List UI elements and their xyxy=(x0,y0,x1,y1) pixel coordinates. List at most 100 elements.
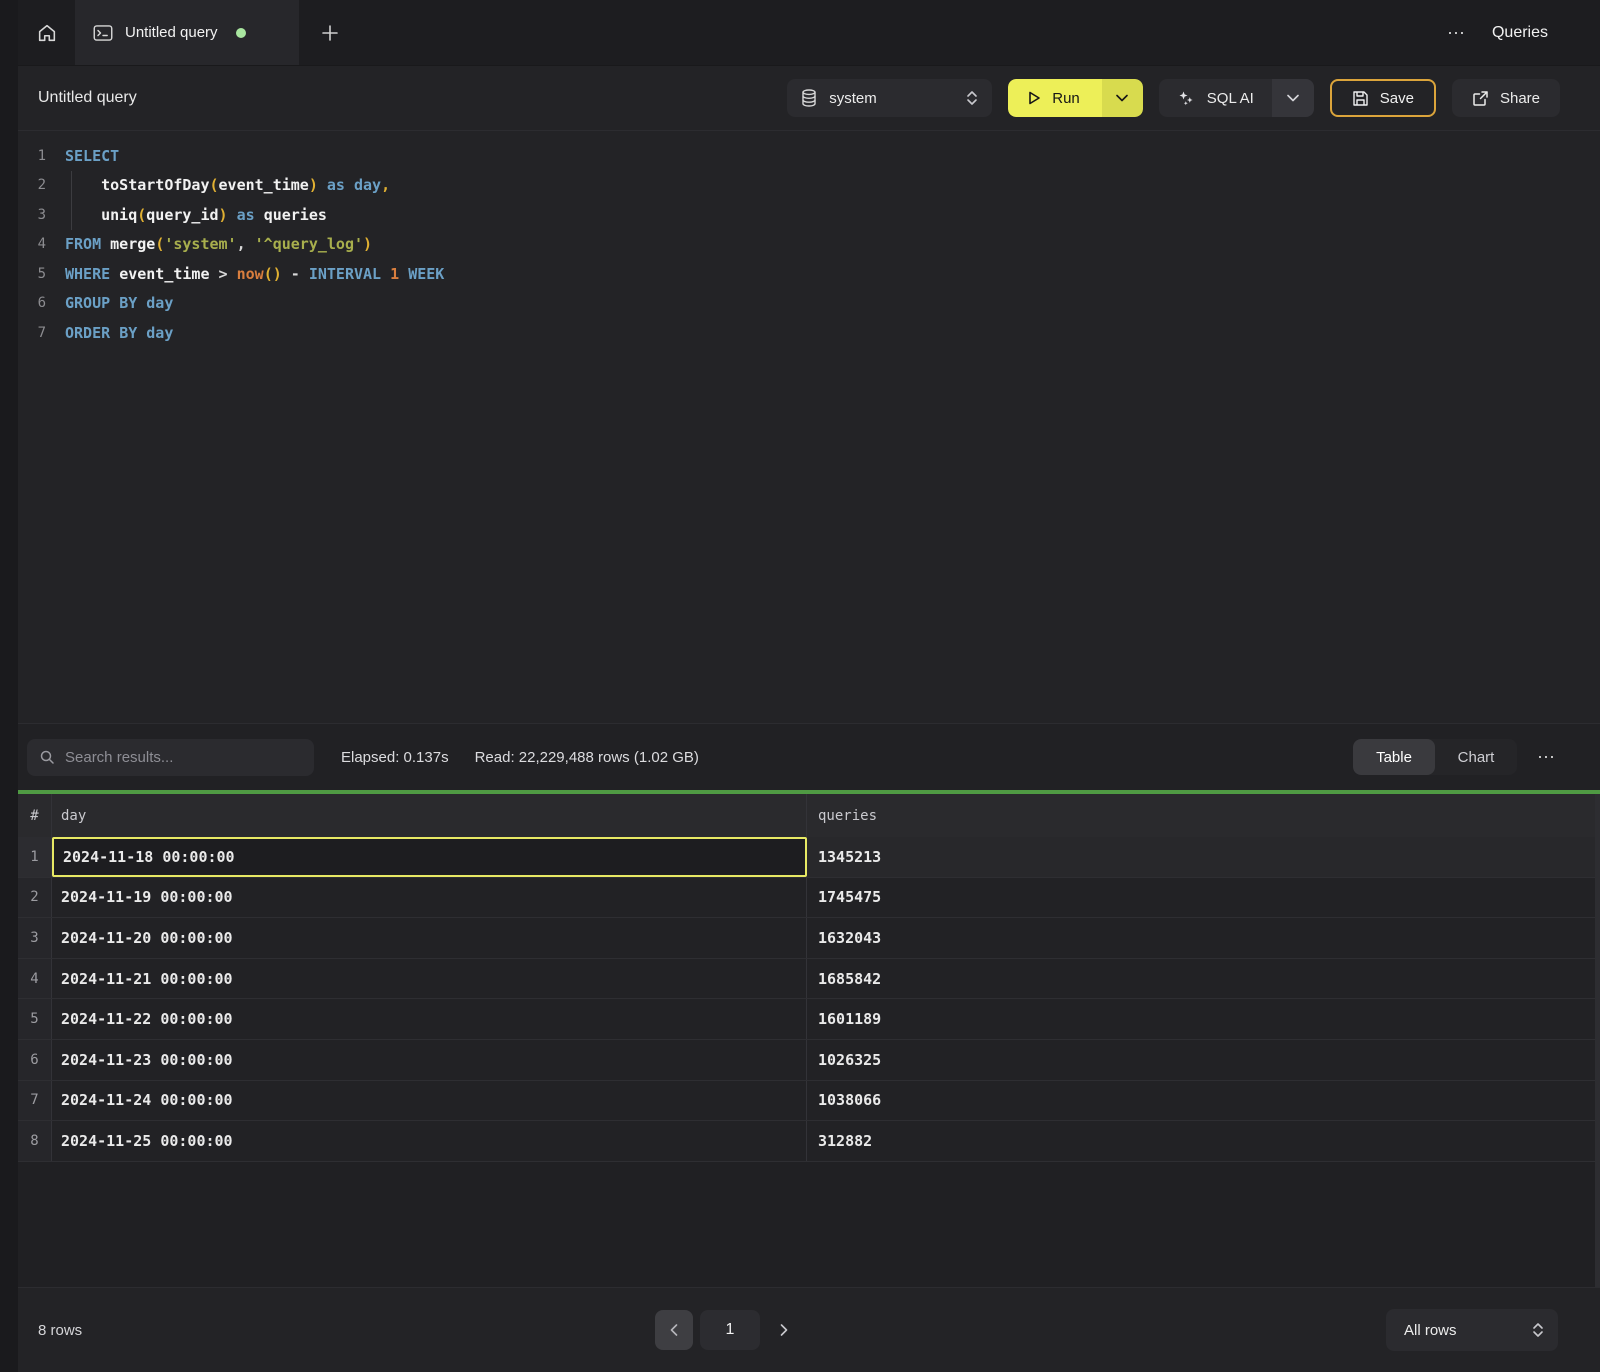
code-token: - xyxy=(291,265,300,283)
results-more-button[interactable]: ⋯ xyxy=(1537,747,1556,768)
terminal-icon xyxy=(93,24,113,42)
cell-day[interactable]: 2024-11-18 00:00:00 xyxy=(52,837,807,877)
code-token xyxy=(228,206,237,224)
tabs-overflow-button[interactable]: ⋯ xyxy=(1447,24,1466,42)
run-button[interactable]: Run xyxy=(1008,79,1102,117)
run-options-button[interactable] xyxy=(1102,79,1143,117)
line-number: 4 xyxy=(30,236,46,252)
cell-queries[interactable]: 1601189 xyxy=(807,999,1600,1039)
results-toolbar-right: Table Chart ⋯ xyxy=(1353,739,1600,775)
column-header-day: day xyxy=(52,794,807,837)
save-button-label: Save xyxy=(1380,90,1414,107)
code-line: 4FROM merge('system', '^query_log') xyxy=(30,230,1600,260)
search-icon xyxy=(39,749,55,765)
table-row: 22024-11-19 00:00:001745475 xyxy=(18,878,1600,919)
code-token: event_time xyxy=(219,176,309,194)
code-token xyxy=(101,235,110,253)
cell-queries[interactable]: 1632043 xyxy=(807,918,1600,958)
code-token: as xyxy=(237,206,255,224)
cell-day[interactable]: 2024-11-20 00:00:00 xyxy=(52,918,807,958)
cell-queries[interactable]: 1345213 xyxy=(807,837,1600,877)
code-token: day xyxy=(354,176,381,194)
code-token: FROM xyxy=(65,235,101,253)
tab-bar-right: ⋯ Queries xyxy=(1447,0,1600,65)
code-token xyxy=(255,206,264,224)
chevron-down-icon xyxy=(1287,94,1299,102)
cell-queries[interactable]: 1745475 xyxy=(807,878,1600,918)
results-search[interactable] xyxy=(27,739,314,776)
select-chevrons-icon xyxy=(1532,1322,1544,1338)
page-size-select[interactable]: All rows xyxy=(1386,1309,1558,1351)
cell-day[interactable]: 2024-11-25 00:00:00 xyxy=(52,1121,807,1161)
code-token: () xyxy=(264,265,282,283)
code-token: BY xyxy=(119,324,137,342)
chevron-left-icon xyxy=(670,1324,678,1336)
code-token: ) xyxy=(219,206,228,224)
search-input[interactable] xyxy=(65,749,302,766)
line-number: 7 xyxy=(30,325,46,341)
left-edge-rail xyxy=(0,0,18,1372)
run-button-label: Run xyxy=(1052,90,1080,107)
code-token: day xyxy=(146,324,173,342)
cell-queries[interactable]: 1038066 xyxy=(807,1081,1600,1121)
select-chevrons-icon xyxy=(966,90,978,106)
query-header: Untitled query system Run xyxy=(18,66,1600,130)
database-select[interactable]: system xyxy=(787,79,992,117)
line-number: 2 xyxy=(30,177,46,193)
row-number-cell: 8 xyxy=(18,1121,52,1161)
line-number: 3 xyxy=(30,207,46,223)
row-number-cell: 5 xyxy=(18,999,52,1039)
view-tab-chart[interactable]: Chart xyxy=(1435,739,1517,775)
code-token xyxy=(110,265,119,283)
table-row: 12024-11-18 00:00:001345213 xyxy=(18,837,1600,878)
indent-guide xyxy=(71,171,72,230)
cell-day[interactable]: 2024-11-21 00:00:00 xyxy=(52,959,807,999)
table-row: 32024-11-20 00:00:001632043 xyxy=(18,918,1600,959)
cell-day[interactable]: 2024-11-24 00:00:00 xyxy=(52,1081,807,1121)
save-button[interactable]: Save xyxy=(1330,79,1436,117)
next-page-button[interactable] xyxy=(767,1310,801,1350)
code-token: 1 xyxy=(390,265,399,283)
chevron-right-icon xyxy=(780,1324,788,1336)
share-button[interactable]: Share xyxy=(1452,79,1560,117)
results-footer: 8 rows 1 All rows xyxy=(18,1287,1600,1372)
sql-editor[interactable]: 1SELECT2 toStartOfDay(event_time) as day… xyxy=(18,130,1600,723)
current-page-button[interactable]: 1 xyxy=(700,1310,760,1350)
code-lines: 1SELECT2 toStartOfDay(event_time) as day… xyxy=(30,141,1600,348)
home-button[interactable] xyxy=(18,0,75,65)
cell-queries[interactable]: 1026325 xyxy=(807,1040,1600,1080)
tab-untitled-query[interactable]: Untitled query xyxy=(75,0,299,65)
cell-day[interactable]: 2024-11-22 00:00:00 xyxy=(52,999,807,1039)
code-line: 1SELECT xyxy=(30,141,1600,171)
row-number-cell: 4 xyxy=(18,959,52,999)
page-size-value: All rows xyxy=(1404,1322,1457,1339)
results-table: # day queries 12024-11-18 00:00:00134521… xyxy=(18,794,1600,1287)
code-line: 5WHERE event_time > now() - INTERVAL 1 W… xyxy=(30,259,1600,289)
code-token: SELECT xyxy=(65,147,119,165)
table-body: 12024-11-18 00:00:00134521322024-11-19 0… xyxy=(18,837,1600,1162)
new-tab-button[interactable] xyxy=(299,0,361,65)
cell-queries[interactable]: 1685842 xyxy=(807,959,1600,999)
row-number-cell: 7 xyxy=(18,1081,52,1121)
view-tab-table[interactable]: Table xyxy=(1353,739,1435,775)
pagination: 1 xyxy=(655,1310,801,1350)
code-token xyxy=(137,324,146,342)
elapsed-stat: Elapsed: 0.137s xyxy=(341,749,449,766)
cell-day[interactable]: 2024-11-23 00:00:00 xyxy=(52,1040,807,1080)
cell-queries[interactable]: 312882 xyxy=(807,1121,1600,1161)
sql-ai-options-button[interactable] xyxy=(1272,79,1314,117)
code-line: 2 toStartOfDay(event_time) as day, xyxy=(30,171,1600,201)
code-token: 'system' xyxy=(164,235,236,253)
line-number: 6 xyxy=(30,295,46,311)
sql-ai-button[interactable]: SQL AI xyxy=(1159,79,1272,117)
code-token: ) xyxy=(363,235,372,253)
previous-page-button[interactable] xyxy=(655,1310,693,1350)
code-token xyxy=(399,265,408,283)
queries-link[interactable]: Queries xyxy=(1492,24,1548,42)
cell-day[interactable]: 2024-11-19 00:00:00 xyxy=(52,878,807,918)
results-scrollbar[interactable] xyxy=(1595,794,1600,1287)
sql-ai-label: SQL AI xyxy=(1207,90,1254,107)
code-token xyxy=(228,265,237,283)
line-number: 5 xyxy=(30,266,46,282)
sparkles-icon xyxy=(1177,89,1195,107)
